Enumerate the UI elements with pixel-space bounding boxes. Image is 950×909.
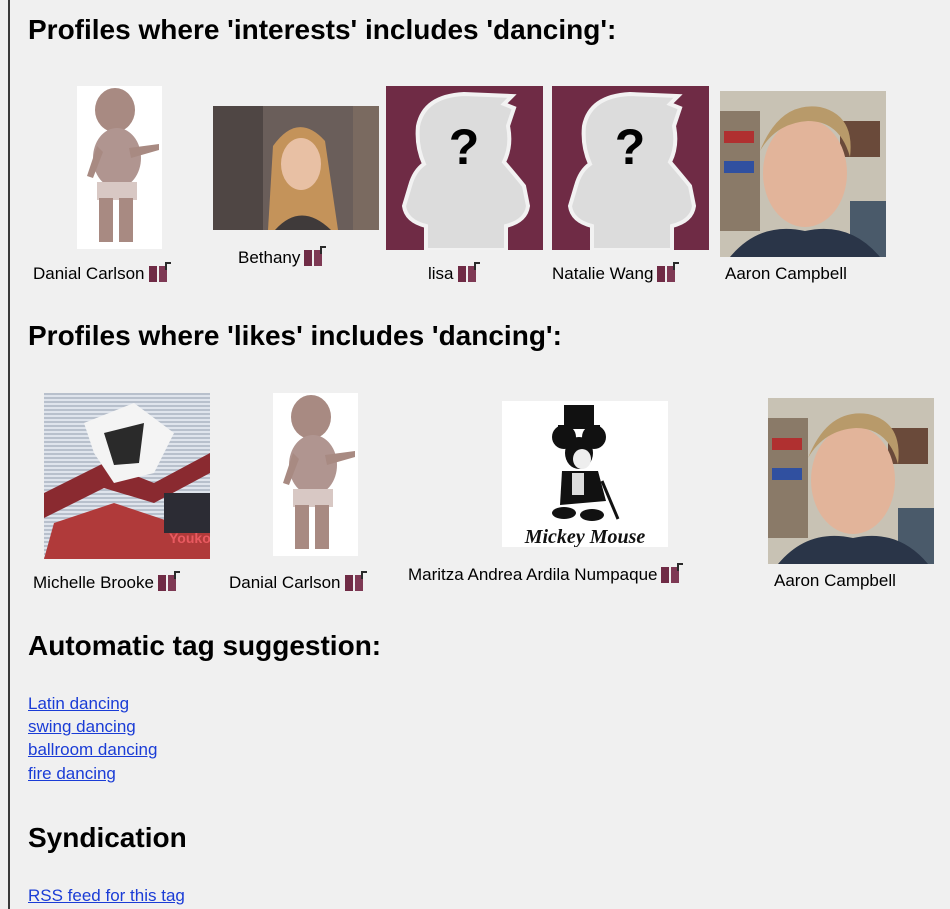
interests-heading: Profiles where 'interests' includes 'dan… xyxy=(28,14,617,45)
tag-link-latin-dancing[interactable]: Latin dancing xyxy=(28,694,129,714)
question-mark-icon: ? xyxy=(615,119,646,175)
svg-text:Youko: Youko xyxy=(169,530,210,546)
profile-photo-danial-carlson-2[interactable] xyxy=(273,393,358,556)
group-icon[interactable] xyxy=(344,571,367,591)
profile-name-maritza[interactable]: Maritza Andrea Ardila Numpaque xyxy=(408,563,684,585)
tag-suggestion-heading: Automatic tag suggestion: xyxy=(28,630,382,661)
profile-photo-maritza[interactable]: Mickey Mouse xyxy=(502,401,668,547)
group-icon[interactable] xyxy=(148,262,171,282)
profile-photo-danial-carlson[interactable] xyxy=(77,86,162,249)
group-icon[interactable] xyxy=(661,563,684,583)
profile-name-danial-carlson-2[interactable]: Danial Carlson xyxy=(229,571,367,593)
profile-name-aaron-campbell[interactable]: Aaron Campbell xyxy=(725,264,847,284)
profile-photo-natalie-wang[interactable]: ? xyxy=(552,86,709,250)
profile-photo-bethany[interactable] xyxy=(213,106,379,230)
group-icon[interactable] xyxy=(157,571,180,591)
profile-name-michelle-brooke[interactable]: Michelle Brooke xyxy=(33,571,180,593)
left-border xyxy=(8,0,10,909)
rss-feed-link[interactable]: RSS feed for this tag xyxy=(28,886,185,906)
profile-photo-aaron-campbell-2[interactable] xyxy=(768,398,934,564)
profile-name-bethany[interactable]: Bethany xyxy=(238,246,327,268)
question-mark-icon: ? xyxy=(449,119,480,175)
tag-link-ballroom-dancing[interactable]: ballroom dancing xyxy=(28,740,157,760)
likes-heading: Profiles where 'likes' includes 'dancing… xyxy=(28,320,562,351)
tag-link-fire-dancing[interactable]: fire dancing xyxy=(28,764,116,784)
svg-text:Mickey Mouse: Mickey Mouse xyxy=(524,526,646,547)
group-icon[interactable] xyxy=(304,246,327,266)
profile-name-lisa[interactable]: lisa xyxy=(428,262,480,284)
group-icon[interactable] xyxy=(457,262,480,282)
syndication-heading: Syndication xyxy=(28,822,187,853)
profile-photo-aaron-campbell[interactable] xyxy=(720,91,886,257)
profile-name-natalie-wang[interactable]: Natalie Wang xyxy=(552,262,680,284)
tag-link-swing-dancing[interactable]: swing dancing xyxy=(28,717,136,737)
profile-photo-lisa[interactable]: ? xyxy=(386,86,543,250)
profile-name-aaron-campbell-2[interactable]: Aaron Campbell xyxy=(774,571,896,591)
group-icon[interactable] xyxy=(657,262,680,282)
profile-photo-michelle-brooke[interactable]: Youko xyxy=(44,393,210,559)
profile-name-danial-carlson[interactable]: Danial Carlson xyxy=(33,262,171,284)
